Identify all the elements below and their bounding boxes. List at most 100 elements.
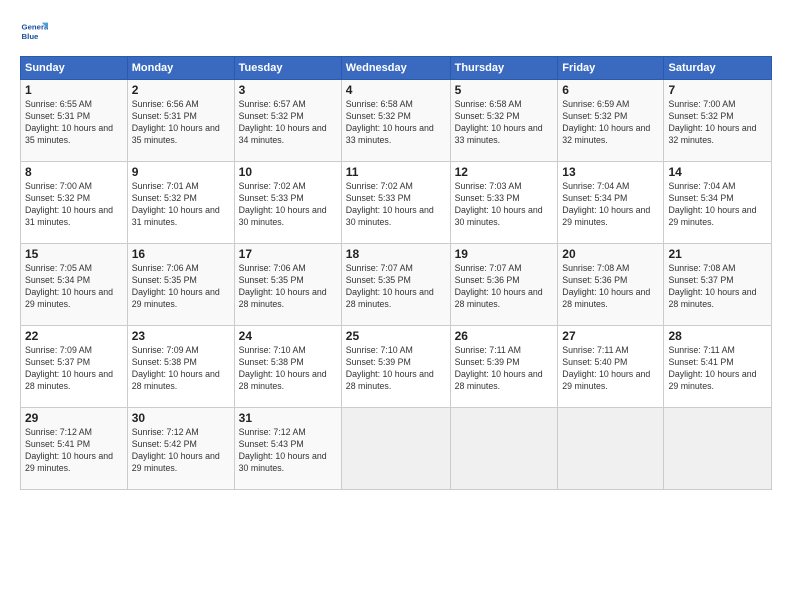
day-info: Sunrise: 7:12 AM Sunset: 5:43 PM Dayligh… bbox=[239, 427, 337, 475]
week-row-5: 29 Sunrise: 7:12 AM Sunset: 5:41 PM Dayli… bbox=[21, 408, 772, 490]
day-number: 22 bbox=[25, 329, 123, 343]
week-row-1: 1 Sunrise: 6:55 AM Sunset: 5:31 PM Daylig… bbox=[21, 80, 772, 162]
day-number: 17 bbox=[239, 247, 337, 261]
day-cell: 16 Sunrise: 7:06 AM Sunset: 5:35 PM Dayli… bbox=[127, 244, 234, 326]
svg-text:Blue: Blue bbox=[22, 32, 40, 41]
day-cell: 14 Sunrise: 7:04 AM Sunset: 5:34 PM Dayli… bbox=[664, 162, 772, 244]
day-cell: 29 Sunrise: 7:12 AM Sunset: 5:41 PM Dayli… bbox=[21, 408, 128, 490]
day-info: Sunrise: 7:09 AM Sunset: 5:38 PM Dayligh… bbox=[132, 345, 230, 393]
day-info: Sunrise: 7:02 AM Sunset: 5:33 PM Dayligh… bbox=[346, 181, 446, 229]
day-number: 20 bbox=[562, 247, 659, 261]
day-number: 28 bbox=[668, 329, 767, 343]
day-number: 31 bbox=[239, 411, 337, 425]
day-info: Sunrise: 7:00 AM Sunset: 5:32 PM Dayligh… bbox=[668, 99, 767, 147]
day-cell: 20 Sunrise: 7:08 AM Sunset: 5:36 PM Dayli… bbox=[558, 244, 664, 326]
day-cell: 19 Sunrise: 7:07 AM Sunset: 5:36 PM Dayli… bbox=[450, 244, 558, 326]
day-cell: 4 Sunrise: 6:58 AM Sunset: 5:32 PM Daylig… bbox=[341, 80, 450, 162]
day-cell: 22 Sunrise: 7:09 AM Sunset: 5:37 PM Dayli… bbox=[21, 326, 128, 408]
day-info: Sunrise: 7:05 AM Sunset: 5:34 PM Dayligh… bbox=[25, 263, 123, 311]
day-number: 25 bbox=[346, 329, 446, 343]
calendar-header: SundayMondayTuesdayWednesdayThursdayFrid… bbox=[21, 57, 772, 80]
day-info: Sunrise: 6:56 AM Sunset: 5:31 PM Dayligh… bbox=[132, 99, 230, 147]
day-info: Sunrise: 7:04 AM Sunset: 5:34 PM Dayligh… bbox=[562, 181, 659, 229]
logo-icon: General Blue bbox=[20, 18, 48, 46]
day-cell: 7Sunrise: 7:00 AM Sunset: 5:32 PM Daylig… bbox=[664, 80, 772, 162]
weekday-row: SundayMondayTuesdayWednesdayThursdayFrid… bbox=[21, 57, 772, 80]
day-number: 2 bbox=[132, 83, 230, 97]
weekday-header-monday: Monday bbox=[127, 57, 234, 80]
day-number: 26 bbox=[455, 329, 554, 343]
day-number: 21 bbox=[668, 247, 767, 261]
day-number: 14 bbox=[668, 165, 767, 179]
day-info: Sunrise: 6:58 AM Sunset: 5:32 PM Dayligh… bbox=[455, 99, 554, 147]
day-cell bbox=[558, 408, 664, 490]
week-row-2: 8 Sunrise: 7:00 AM Sunset: 5:32 PM Daylig… bbox=[21, 162, 772, 244]
weekday-header-friday: Friday bbox=[558, 57, 664, 80]
weekday-header-sunday: Sunday bbox=[21, 57, 128, 80]
day-number: 4 bbox=[346, 83, 446, 97]
day-info: Sunrise: 7:06 AM Sunset: 5:35 PM Dayligh… bbox=[132, 263, 230, 311]
day-number: 23 bbox=[132, 329, 230, 343]
day-cell: 8 Sunrise: 7:00 AM Sunset: 5:32 PM Daylig… bbox=[21, 162, 128, 244]
day-cell: 1 Sunrise: 6:55 AM Sunset: 5:31 PM Daylig… bbox=[21, 80, 128, 162]
day-cell: 2 Sunrise: 6:56 AM Sunset: 5:31 PM Daylig… bbox=[127, 80, 234, 162]
day-info: Sunrise: 7:07 AM Sunset: 5:35 PM Dayligh… bbox=[346, 263, 446, 311]
day-info: Sunrise: 7:09 AM Sunset: 5:37 PM Dayligh… bbox=[25, 345, 123, 393]
week-row-4: 22 Sunrise: 7:09 AM Sunset: 5:37 PM Dayli… bbox=[21, 326, 772, 408]
day-cell: 5Sunrise: 6:58 AM Sunset: 5:32 PM Daylig… bbox=[450, 80, 558, 162]
day-cell bbox=[341, 408, 450, 490]
day-number: 1 bbox=[25, 83, 123, 97]
day-info: Sunrise: 7:01 AM Sunset: 5:32 PM Dayligh… bbox=[132, 181, 230, 229]
week-row-3: 15 Sunrise: 7:05 AM Sunset: 5:34 PM Dayli… bbox=[21, 244, 772, 326]
header: General Blue bbox=[20, 18, 772, 46]
day-cell: 12Sunrise: 7:03 AM Sunset: 5:33 PM Dayli… bbox=[450, 162, 558, 244]
day-cell: 10 Sunrise: 7:02 AM Sunset: 5:33 PM Dayli… bbox=[234, 162, 341, 244]
day-cell: 13 Sunrise: 7:04 AM Sunset: 5:34 PM Dayli… bbox=[558, 162, 664, 244]
day-number: 30 bbox=[132, 411, 230, 425]
day-cell: 26 Sunrise: 7:11 AM Sunset: 5:39 PM Dayli… bbox=[450, 326, 558, 408]
day-info: Sunrise: 7:00 AM Sunset: 5:32 PM Dayligh… bbox=[25, 181, 123, 229]
day-info: Sunrise: 7:04 AM Sunset: 5:34 PM Dayligh… bbox=[668, 181, 767, 229]
day-cell: 9Sunrise: 7:01 AM Sunset: 5:32 PM Daylig… bbox=[127, 162, 234, 244]
weekday-header-saturday: Saturday bbox=[664, 57, 772, 80]
day-number: 11 bbox=[346, 165, 446, 179]
day-number: 8 bbox=[25, 165, 123, 179]
day-info: Sunrise: 7:10 AM Sunset: 5:38 PM Dayligh… bbox=[239, 345, 337, 393]
day-cell: 28 Sunrise: 7:11 AM Sunset: 5:41 PM Dayli… bbox=[664, 326, 772, 408]
day-info: Sunrise: 7:12 AM Sunset: 5:41 PM Dayligh… bbox=[25, 427, 123, 475]
day-cell: 6Sunrise: 6:59 AM Sunset: 5:32 PM Daylig… bbox=[558, 80, 664, 162]
day-info: Sunrise: 6:58 AM Sunset: 5:32 PM Dayligh… bbox=[346, 99, 446, 147]
day-number: 27 bbox=[562, 329, 659, 343]
day-number: 19 bbox=[455, 247, 554, 261]
day-info: Sunrise: 7:11 AM Sunset: 5:39 PM Dayligh… bbox=[455, 345, 554, 393]
day-number: 16 bbox=[132, 247, 230, 261]
day-cell: 17 Sunrise: 7:06 AM Sunset: 5:35 PM Dayli… bbox=[234, 244, 341, 326]
weekday-header-wednesday: Wednesday bbox=[341, 57, 450, 80]
day-info: Sunrise: 7:02 AM Sunset: 5:33 PM Dayligh… bbox=[239, 181, 337, 229]
day-info: Sunrise: 7:10 AM Sunset: 5:39 PM Dayligh… bbox=[346, 345, 446, 393]
day-info: Sunrise: 7:11 AM Sunset: 5:40 PM Dayligh… bbox=[562, 345, 659, 393]
day-info: Sunrise: 6:59 AM Sunset: 5:32 PM Dayligh… bbox=[562, 99, 659, 147]
logo: General Blue bbox=[20, 18, 52, 46]
day-number: 13 bbox=[562, 165, 659, 179]
day-cell: 25 Sunrise: 7:10 AM Sunset: 5:39 PM Dayli… bbox=[341, 326, 450, 408]
day-info: Sunrise: 7:06 AM Sunset: 5:35 PM Dayligh… bbox=[239, 263, 337, 311]
day-number: 29 bbox=[25, 411, 123, 425]
day-info: Sunrise: 7:11 AM Sunset: 5:41 PM Dayligh… bbox=[668, 345, 767, 393]
day-number: 15 bbox=[25, 247, 123, 261]
day-number: 12 bbox=[455, 165, 554, 179]
day-number: 3 bbox=[239, 83, 337, 97]
day-cell: 21 Sunrise: 7:08 AM Sunset: 5:37 PM Dayli… bbox=[664, 244, 772, 326]
day-info: Sunrise: 7:07 AM Sunset: 5:36 PM Dayligh… bbox=[455, 263, 554, 311]
day-cell bbox=[450, 408, 558, 490]
day-info: Sunrise: 7:08 AM Sunset: 5:36 PM Dayligh… bbox=[562, 263, 659, 311]
day-number: 18 bbox=[346, 247, 446, 261]
day-info: Sunrise: 7:08 AM Sunset: 5:37 PM Dayligh… bbox=[668, 263, 767, 311]
day-cell: 31 Sunrise: 7:12 AM Sunset: 5:43 PM Dayli… bbox=[234, 408, 341, 490]
day-number: 10 bbox=[239, 165, 337, 179]
day-info: Sunrise: 7:12 AM Sunset: 5:42 PM Dayligh… bbox=[132, 427, 230, 475]
day-cell: 15 Sunrise: 7:05 AM Sunset: 5:34 PM Dayli… bbox=[21, 244, 128, 326]
day-info: Sunrise: 6:57 AM Sunset: 5:32 PM Dayligh… bbox=[239, 99, 337, 147]
calendar-body: 1 Sunrise: 6:55 AM Sunset: 5:31 PM Daylig… bbox=[21, 80, 772, 490]
day-info: Sunrise: 6:55 AM Sunset: 5:31 PM Dayligh… bbox=[25, 99, 123, 147]
